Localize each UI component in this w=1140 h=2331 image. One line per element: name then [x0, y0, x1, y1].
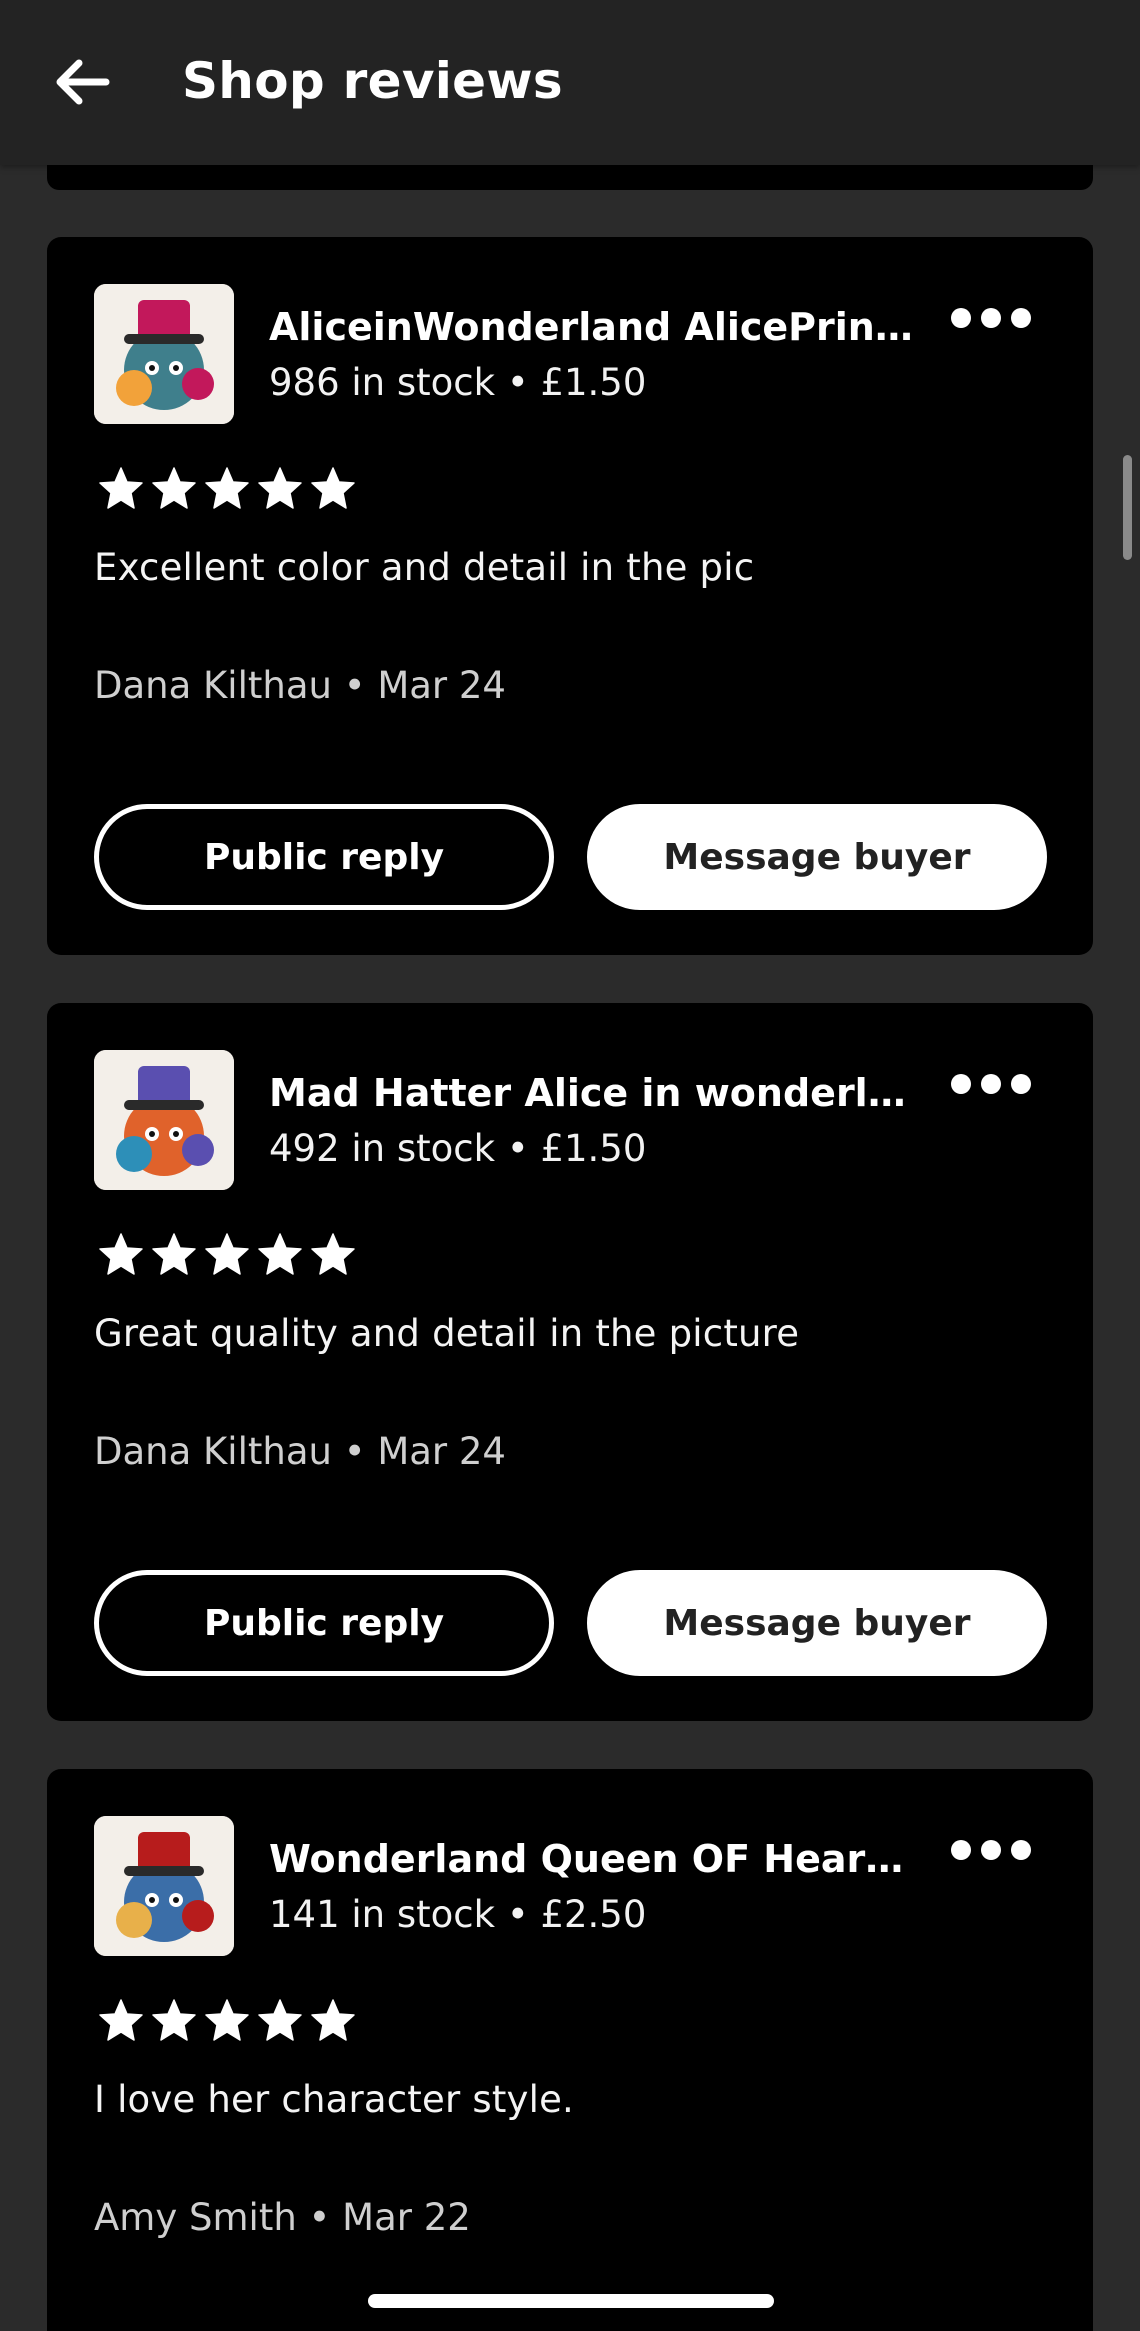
more-options-button[interactable]	[951, 1069, 1031, 1099]
meta-separator: •	[506, 1127, 529, 1170]
star-icon	[205, 1999, 249, 2041]
reviewer-name: Amy Smith	[94, 2196, 297, 2239]
star-icon	[311, 1233, 355, 1275]
star-icon	[99, 467, 143, 509]
review-date: Mar 22	[342, 2196, 471, 2239]
product-title[interactable]: AliceinWonderland AlicePrints ...	[269, 303, 919, 351]
more-dot-icon	[981, 1074, 1001, 1094]
reviewer-name: Dana Kilthau	[94, 1430, 332, 1473]
product-thumbnail[interactable]	[94, 1050, 234, 1190]
byline-separator: •	[343, 1430, 366, 1473]
review-byline: Dana Kilthau • Mar 24	[94, 1427, 506, 1477]
product-thumbnail[interactable]	[94, 284, 234, 424]
review-byline: Dana Kilthau • Mar 24	[94, 661, 506, 711]
star-icon	[258, 1999, 302, 2041]
review-date: Mar 24	[377, 1430, 506, 1473]
star-icon	[258, 467, 302, 509]
more-options-button[interactable]	[951, 1835, 1031, 1865]
review-card: Mad Hatter Alice in wonderland ... 492 in…	[47, 1003, 1093, 1721]
star-icon	[99, 1233, 143, 1275]
meta-separator: •	[506, 1893, 529, 1936]
more-dot-icon	[1011, 1074, 1031, 1094]
review-text: I love her character style.	[94, 2078, 575, 2121]
more-dot-icon	[981, 308, 1001, 328]
star-icon	[311, 1999, 355, 2041]
star-rating	[97, 1997, 362, 2045]
review-card: AliceinWonderland AlicePrints ... 986 in …	[47, 237, 1093, 955]
back-button[interactable]	[50, 52, 114, 112]
byline-separator: •	[343, 664, 366, 707]
public-reply-button[interactable]: Public reply	[94, 804, 554, 910]
stock-count: 986 in stock	[269, 361, 496, 404]
product-meta: 986 in stock • £1.50	[269, 359, 646, 407]
more-dot-icon	[1011, 1840, 1031, 1860]
message-buyer-button[interactable]: Message buyer	[587, 1570, 1047, 1676]
more-dot-icon	[951, 1840, 971, 1860]
stock-count: 492 in stock	[269, 1127, 496, 1170]
star-icon	[99, 1999, 143, 2041]
page-title: Shop reviews	[182, 52, 563, 110]
product-title[interactable]: Wonderland Queen OF Hearts , ...	[269, 1835, 919, 1883]
star-icon	[205, 467, 249, 509]
product-meta: 141 in stock • £2.50	[269, 1891, 646, 1939]
review-text: Great quality and detail in the picture	[94, 1312, 800, 1355]
more-dot-icon	[981, 1840, 1001, 1860]
home-indicator[interactable]	[368, 2294, 774, 2308]
meta-separator: •	[506, 361, 529, 404]
star-icon	[205, 1233, 249, 1275]
shop-reviews-screen: Shop reviews AliceinWonderland AlicePrin…	[0, 0, 1140, 2331]
arrow-left-icon	[56, 59, 110, 105]
more-options-button[interactable]	[951, 303, 1031, 333]
product-title[interactable]: Mad Hatter Alice in wonderland ...	[269, 1069, 919, 1117]
product-meta: 492 in stock • £1.50	[269, 1125, 646, 1173]
message-buyer-button[interactable]: Message buyer	[587, 804, 1047, 910]
star-rating	[97, 465, 362, 513]
reviewer-name: Dana Kilthau	[94, 664, 332, 707]
scrollbar[interactable]	[1123, 455, 1132, 560]
byline-separator: •	[308, 2196, 331, 2239]
star-icon	[152, 467, 196, 509]
review-date: Mar 24	[377, 664, 506, 707]
star-icon	[152, 1999, 196, 2041]
star-icon	[258, 1233, 302, 1275]
price: £1.50	[540, 361, 647, 404]
stock-count: 141 in stock	[269, 1893, 496, 1936]
more-dot-icon	[951, 1074, 971, 1094]
star-rating	[97, 1231, 362, 1279]
review-text: Excellent color and detail in the pic	[94, 546, 755, 589]
review-byline: Amy Smith • Mar 22	[94, 2193, 471, 2243]
more-dot-icon	[1011, 308, 1031, 328]
public-reply-button[interactable]: Public reply	[94, 1570, 554, 1676]
price: £1.50	[540, 1127, 647, 1170]
price: £2.50	[540, 1893, 647, 1936]
more-dot-icon	[951, 308, 971, 328]
review-card: Wonderland Queen OF Hearts , ... 141 in s…	[47, 1769, 1093, 2331]
product-thumbnail[interactable]	[94, 1816, 234, 1956]
star-icon	[152, 1233, 196, 1275]
app-header: Shop reviews	[0, 0, 1140, 165]
star-icon	[311, 467, 355, 509]
